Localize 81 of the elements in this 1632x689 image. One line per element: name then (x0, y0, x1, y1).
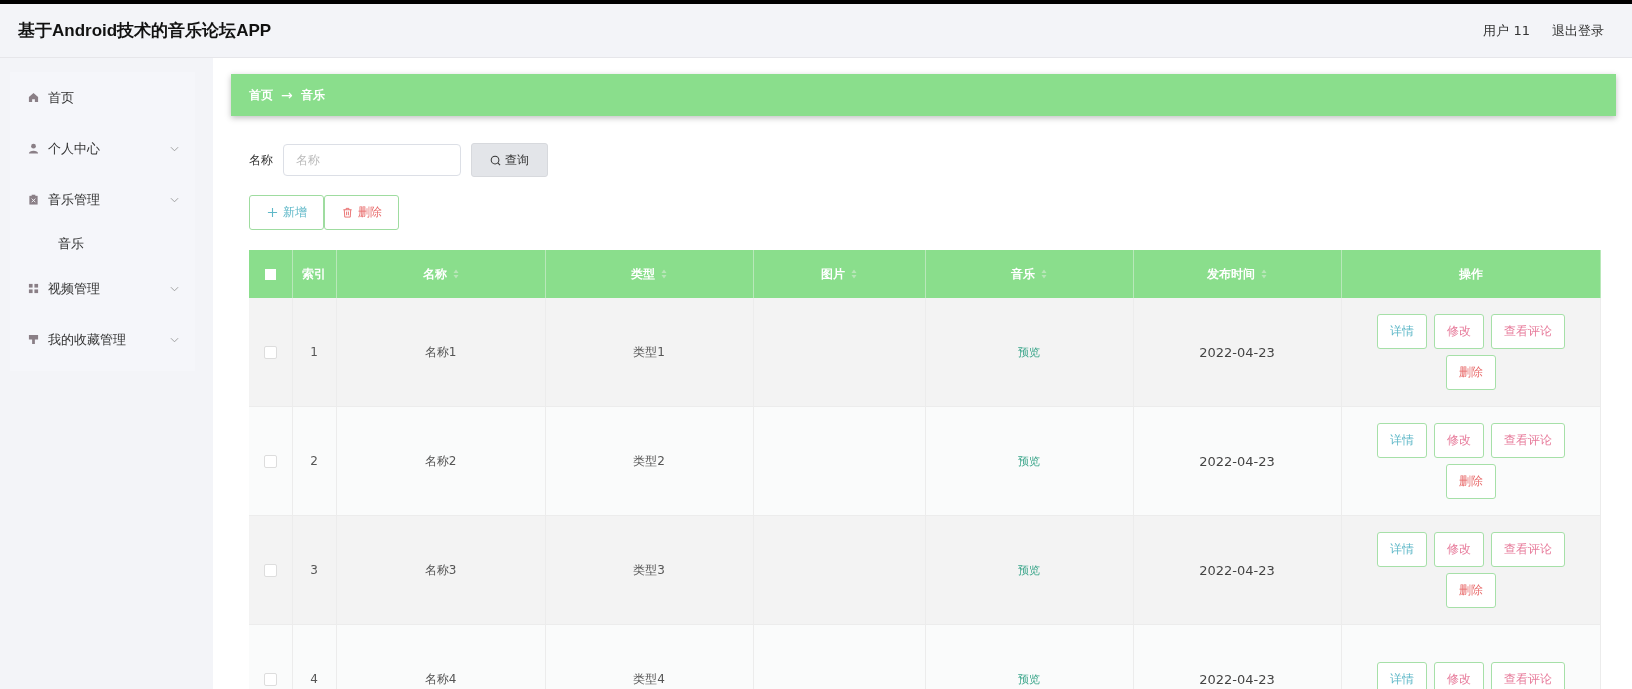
sort-icon[interactable] (661, 269, 667, 279)
logout-link[interactable]: 退出登录 (1552, 21, 1604, 40)
breadcrumb-link[interactable]: 首页 (249, 86, 273, 104)
column-header: 图片 (821, 266, 845, 281)
plus-icon (266, 207, 278, 218)
trash-icon (341, 207, 353, 218)
user-icon (28, 143, 39, 154)
chevron-down-icon (170, 285, 179, 292)
name-cell: 名称4 (424, 671, 457, 686)
detail-button[interactable]: 详情 (1376, 423, 1427, 458)
column-header: 操作 (1458, 266, 1483, 281)
row-checkbox[interactable] (263, 673, 277, 686)
sort-icon[interactable] (851, 269, 857, 279)
preview-link[interactable]: 预览 (1018, 345, 1040, 359)
sidebar-item[interactable]: 音乐管理 (10, 174, 195, 225)
search-label: 名称 (249, 151, 273, 169)
search-button[interactable]: 查询 (471, 143, 548, 177)
type-cell: 类型2 (633, 453, 665, 468)
preview-link[interactable]: 预览 (1018, 563, 1040, 577)
detail-button[interactable]: 详情 (1376, 661, 1427, 689)
sidebar-subitem[interactable]: 音乐 (10, 225, 195, 263)
edit-button[interactable]: 修改 (1433, 314, 1484, 349)
chevron-down-icon (170, 336, 179, 343)
sort-icon[interactable] (1041, 269, 1047, 279)
user-name: 用户 11 (1483, 21, 1530, 40)
date-cell: 2022-04-23 (1199, 562, 1275, 578)
sort-icon[interactable] (1261, 269, 1267, 279)
edit-button[interactable]: 修改 (1433, 423, 1484, 458)
chevron-down-icon (170, 145, 179, 152)
type-cell: 类型1 (633, 344, 665, 359)
podium-icon (28, 334, 39, 345)
index-cell: 1 (310, 345, 318, 359)
column-header: 类型 (631, 266, 655, 281)
breadcrumb-link[interactable]: 音乐 (300, 86, 325, 104)
delete-button[interactable]: 删除 (1445, 573, 1496, 608)
type-cell: 类型4 (633, 671, 665, 686)
detail-button[interactable]: 详情 (1376, 532, 1427, 567)
row-checkbox[interactable] (263, 455, 277, 468)
index-cell: 3 (310, 563, 318, 577)
index-cell: 4 (310, 672, 318, 686)
delete-button[interactable]: 删除 (324, 195, 399, 230)
select-all-checkbox[interactable] (264, 269, 276, 280)
column-header: 音乐 (1011, 266, 1035, 281)
column-header: 索引 (302, 266, 326, 281)
date-cell: 2022-04-23 (1199, 344, 1275, 360)
clipboard-icon (28, 194, 39, 205)
edit-button[interactable]: 修改 (1433, 532, 1484, 567)
grid-icon (28, 283, 39, 294)
preview-link[interactable]: 预览 (1018, 672, 1040, 686)
name-search-field[interactable]: 名称 (283, 144, 461, 176)
comments-button[interactable]: 查看评论 (1490, 661, 1565, 689)
edit-button[interactable]: 修改 (1433, 661, 1484, 689)
detail-button[interactable]: 详情 (1376, 314, 1427, 349)
home-icon (28, 92, 39, 103)
sidebar-item[interactable]: 首页 (10, 72, 195, 123)
delete-button[interactable]: 删除 (1445, 355, 1496, 390)
comments-button[interactable]: 查看评论 (1490, 423, 1565, 458)
comments-button[interactable]: 查看评论 (1490, 532, 1565, 567)
name-cell: 名称2 (424, 453, 457, 468)
breadcrumb-separator: → (281, 87, 293, 103)
index-cell: 2 (310, 454, 318, 468)
chevron-down-icon (170, 196, 179, 203)
date-cell: 2022-04-23 (1199, 453, 1275, 469)
sidebar-item[interactable]: 视频管理 (10, 263, 195, 314)
column-header: 名称 (422, 266, 447, 281)
type-cell: 类型3 (633, 562, 665, 577)
date-cell: 2022-04-23 (1199, 671, 1275, 687)
name-cell: 名称3 (424, 562, 457, 577)
search-icon (490, 154, 501, 166)
sort-icon[interactable] (452, 269, 459, 279)
comments-button[interactable]: 查看评论 (1490, 314, 1565, 349)
sidebar-item[interactable]: 我的收藏管理 (10, 314, 195, 365)
row-checkbox[interactable] (263, 564, 277, 577)
app-title: 基于Android技术的音乐论坛APP (18, 20, 272, 42)
sidebar-item[interactable]: 个人中心 (10, 123, 195, 174)
name-cell: 名称1 (424, 344, 457, 359)
column-header: 发布时间 (1207, 266, 1255, 281)
delete-button[interactable]: 删除 (1445, 464, 1496, 499)
add-button[interactable]: 新增 (249, 195, 324, 230)
preview-link[interactable]: 预览 (1018, 454, 1040, 468)
row-checkbox[interactable] (263, 346, 277, 359)
